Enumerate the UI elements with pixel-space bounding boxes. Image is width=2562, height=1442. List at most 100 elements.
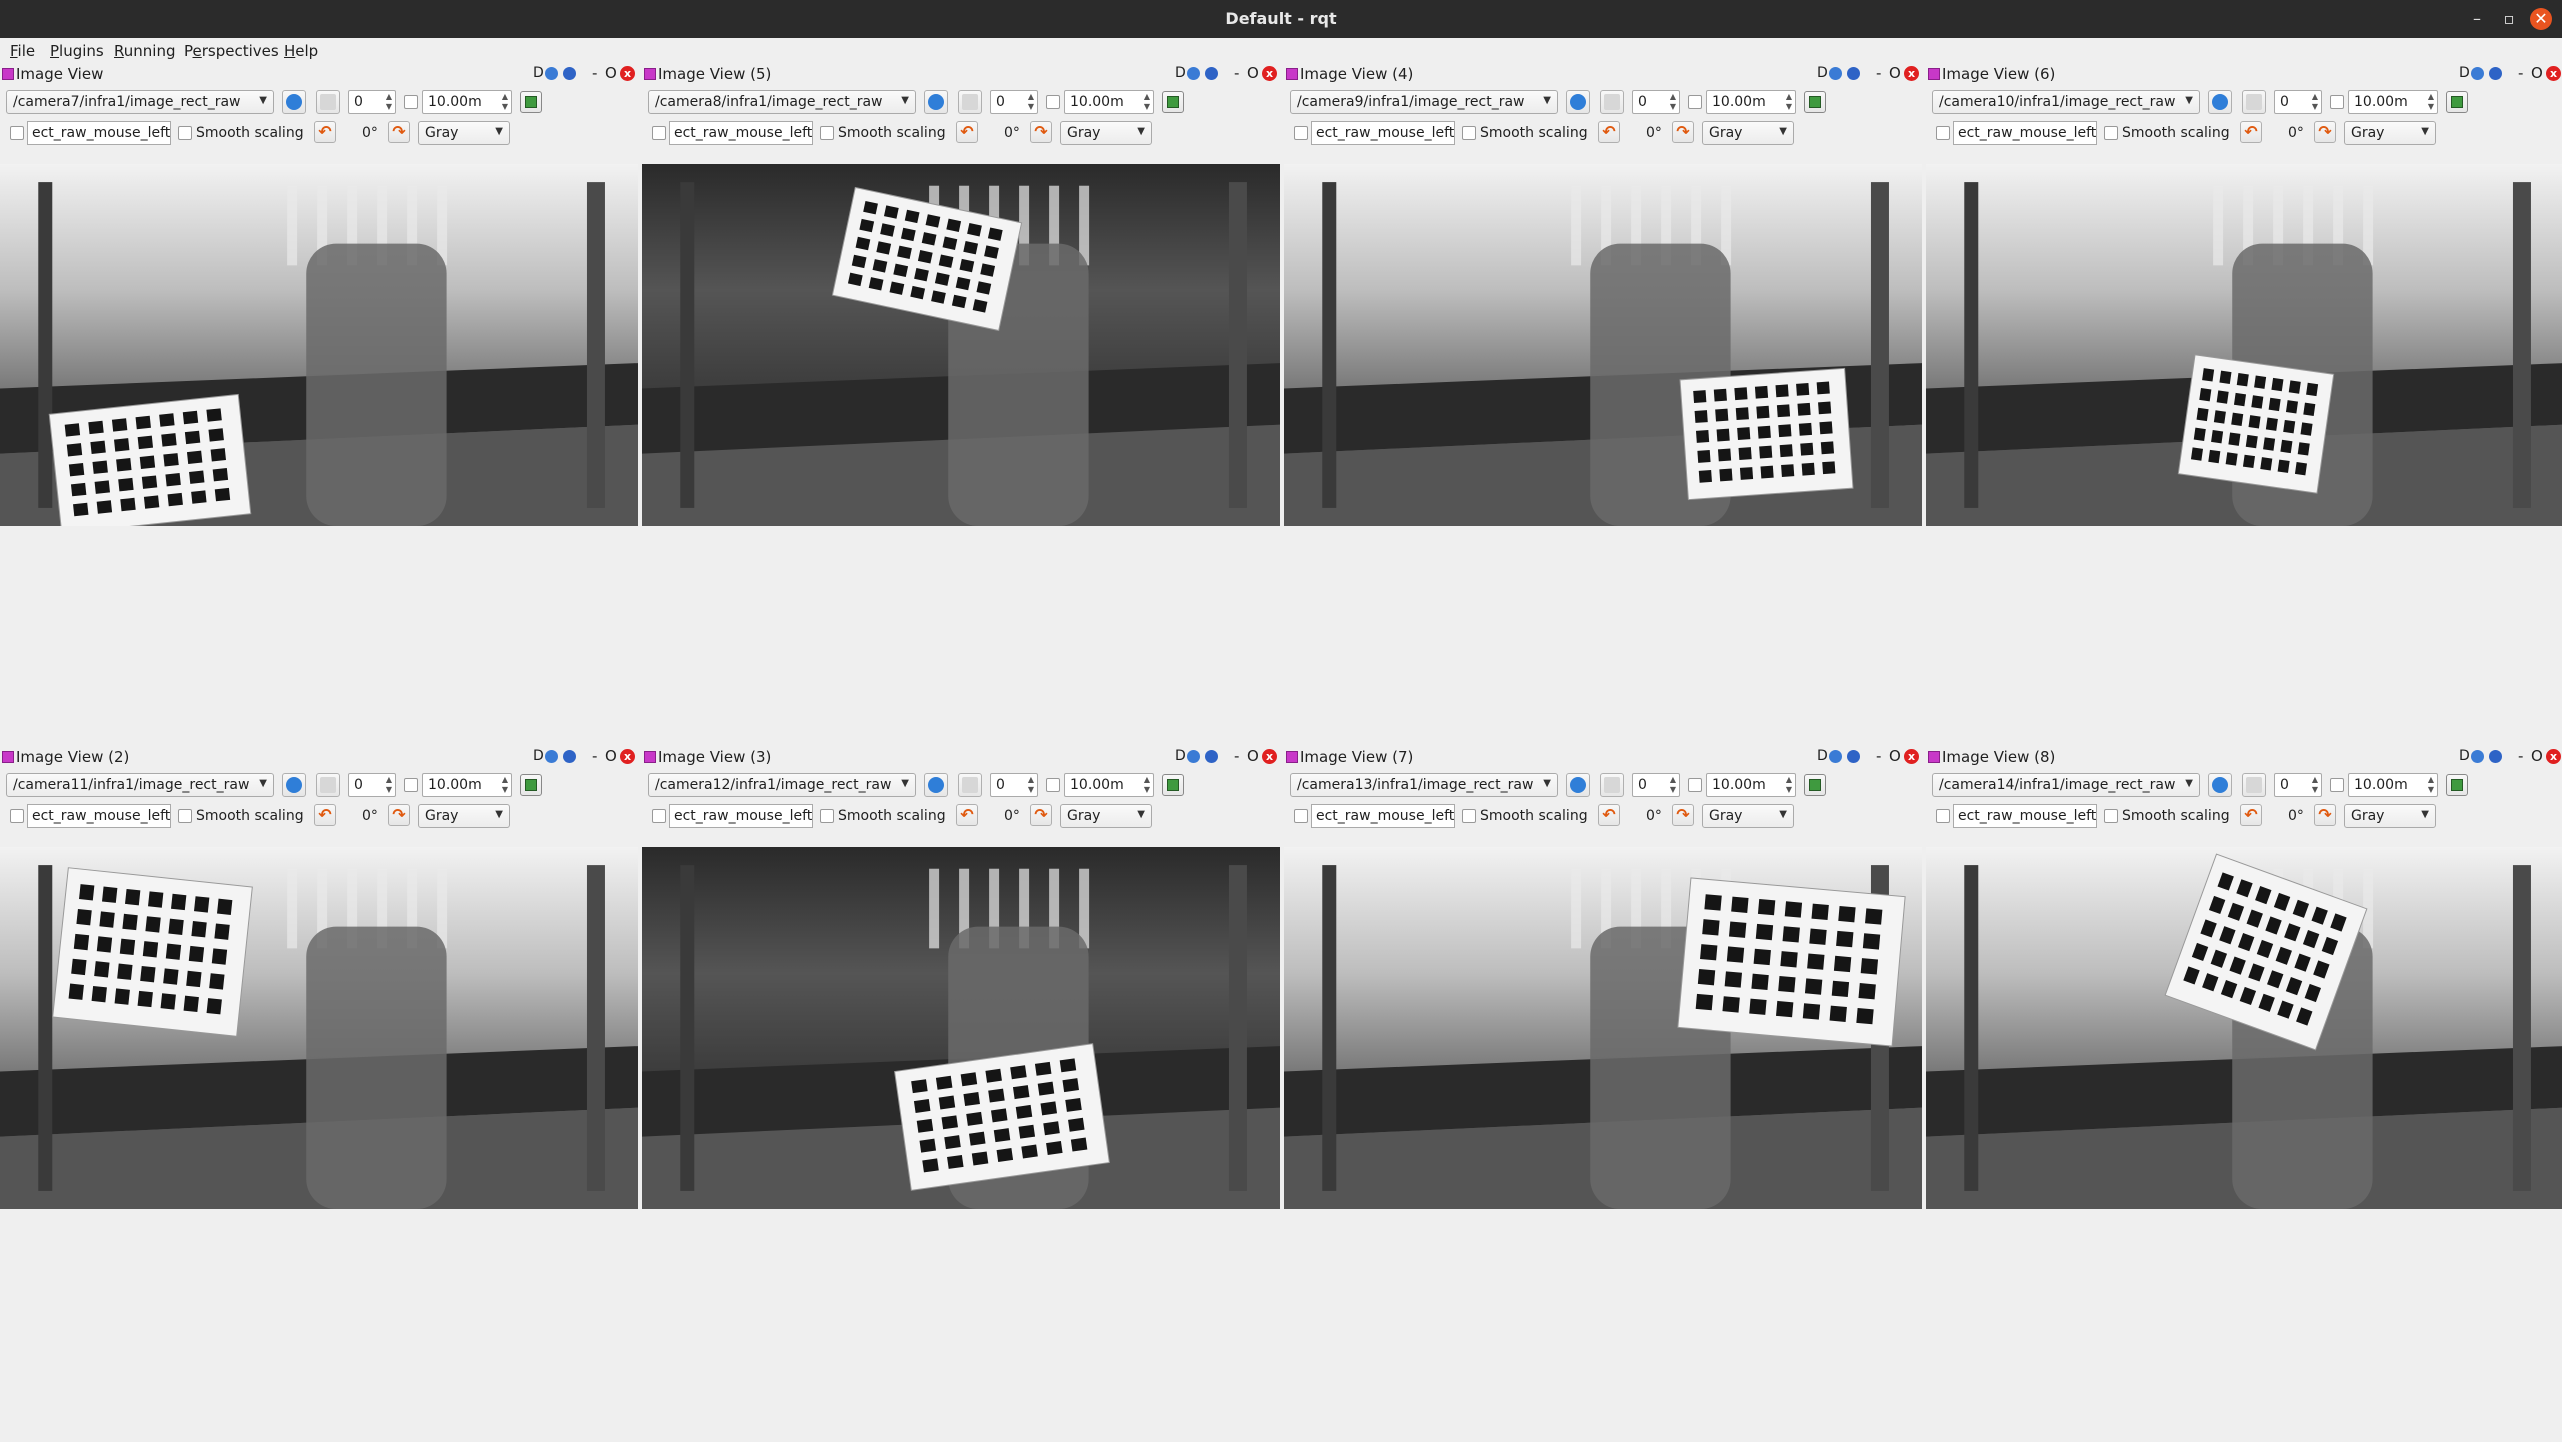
timeout-spinbox[interactable]: 10.00m ▲ ▼ [422,773,512,797]
topic-select[interactable]: /camera12/infra1/image_rect_raw ▼ [648,773,916,797]
rotate-left-button[interactable]: ↶ [1598,121,1620,143]
close-panel-icon[interactable]: x [1262,66,1277,81]
refresh-topics-button[interactable] [1566,773,1590,797]
zoom-button[interactable] [2242,90,2266,114]
reload-icon[interactable] [545,67,558,80]
minimize-panel-button[interactable]: - [2518,64,2523,82]
refresh-topics-button[interactable] [2208,773,2232,797]
undock-panel-button[interactable]: O [2531,64,2543,82]
close-panel-icon[interactable]: x [2546,66,2561,81]
help-d-button[interactable]: D [2459,748,2470,764]
rotate-left-button[interactable]: ↶ [314,121,336,143]
topic-select[interactable]: /camera9/infra1/image_rect_raw ▼ [1290,90,1558,114]
camera-image[interactable] [1926,164,2562,526]
smooth-scaling-checkbox[interactable] [1462,809,1476,823]
zoom-spinbox[interactable]: 0 ▲ ▼ [990,90,1038,114]
refresh-topics-button[interactable] [924,773,948,797]
menu-file[interactable]: File [10,42,35,60]
timeout-spinbox[interactable]: 10.00m ▲ ▼ [2348,90,2438,114]
zoom-spinbox[interactable]: 0 ▲ ▼ [2274,773,2322,797]
help-icon[interactable] [563,67,576,80]
dynamic-range-checkbox[interactable] [404,778,418,792]
dynamic-range-checkbox[interactable] [2330,778,2344,792]
mouse-topic-input[interactable]: ect_raw_mouse_left [669,121,813,145]
reload-icon[interactable] [1187,750,1200,763]
camera-image[interactable] [1284,164,1922,526]
timeout-spinbox[interactable]: 10.00m ▲ ▼ [1706,90,1796,114]
camera-image[interactable] [1284,847,1922,1209]
undock-panel-button[interactable]: O [1247,747,1259,765]
refresh-topics-button[interactable] [1566,90,1590,114]
topic-select[interactable]: /camera11/infra1/image_rect_raw ▼ [6,773,274,797]
reload-icon[interactable] [2471,67,2484,80]
reload-icon[interactable] [1829,750,1842,763]
colormap-select[interactable]: Gray ▼ [1060,121,1152,145]
publish-click-checkbox[interactable] [1294,126,1308,140]
smooth-scaling-checkbox[interactable] [2104,126,2118,140]
minimize-window-button[interactable]: – [2466,8,2488,30]
rotate-right-button[interactable]: ↷ [388,804,410,826]
close-panel-icon[interactable]: x [2546,749,2561,764]
dynamic-range-checkbox[interactable] [2330,95,2344,109]
save-image-button[interactable] [1804,774,1826,796]
colormap-select[interactable]: Gray ▼ [1702,804,1794,828]
timeout-spinbox[interactable]: 10.00m ▲ ▼ [1064,90,1154,114]
topic-select[interactable]: /camera13/infra1/image_rect_raw ▼ [1290,773,1558,797]
close-panel-icon[interactable]: x [1262,749,1277,764]
rotate-left-button[interactable]: ↶ [314,804,336,826]
help-d-button[interactable]: D [1175,65,1186,81]
close-panel-icon[interactable]: x [1904,749,1919,764]
refresh-topics-button[interactable] [924,90,948,114]
menu-running[interactable]: Running [114,42,175,60]
minimize-panel-button[interactable]: - [1234,747,1239,765]
save-image-button[interactable] [520,774,542,796]
publish-click-checkbox[interactable] [652,809,666,823]
refresh-topics-button[interactable] [282,90,306,114]
smooth-scaling-checkbox[interactable] [178,809,192,823]
publish-click-checkbox[interactable] [10,809,24,823]
reload-icon[interactable] [2471,750,2484,763]
zoom-spinbox[interactable]: 0 ▲ ▼ [2274,90,2322,114]
menu-plugins[interactable]: Plugins [50,42,104,60]
zoom-spinbox[interactable]: 0 ▲ ▼ [990,773,1038,797]
rotate-left-button[interactable]: ↶ [1598,804,1620,826]
menu-help[interactable]: Help [284,42,318,60]
colormap-select[interactable]: Gray ▼ [418,804,510,828]
zoom-button[interactable] [316,773,340,797]
camera-image[interactable] [0,164,638,526]
help-icon[interactable] [1847,67,1860,80]
save-image-button[interactable] [2446,91,2468,113]
timeout-spinbox[interactable]: 10.00m ▲ ▼ [2348,773,2438,797]
timeout-spinbox[interactable]: 10.00m ▲ ▼ [1064,773,1154,797]
reload-icon[interactable] [1829,67,1842,80]
smooth-scaling-checkbox[interactable] [2104,809,2118,823]
zoom-button[interactable] [958,773,982,797]
rotate-left-button[interactable]: ↶ [2240,121,2262,143]
colormap-select[interactable]: Gray ▼ [2344,804,2436,828]
topic-select[interactable]: /camera8/infra1/image_rect_raw ▼ [648,90,916,114]
rotate-left-button[interactable]: ↶ [956,121,978,143]
refresh-topics-button[interactable] [2208,90,2232,114]
rotate-left-button[interactable]: ↶ [956,804,978,826]
publish-click-checkbox[interactable] [10,126,24,140]
rotate-right-button[interactable]: ↷ [1030,804,1052,826]
help-d-button[interactable]: D [1817,65,1828,81]
colormap-select[interactable]: Gray ▼ [1060,804,1152,828]
save-image-button[interactable] [1804,91,1826,113]
close-panel-icon[interactable]: x [620,66,635,81]
close-window-button[interactable]: ✕ [2530,8,2552,30]
colormap-select[interactable]: Gray ▼ [1702,121,1794,145]
smooth-scaling-checkbox[interactable] [820,126,834,140]
help-d-button[interactable]: D [2459,65,2470,81]
mouse-topic-input[interactable]: ect_raw_mouse_left [1311,804,1455,828]
close-panel-icon[interactable]: x [1904,66,1919,81]
zoom-spinbox[interactable]: 0 ▲ ▼ [348,90,396,114]
mouse-topic-input[interactable]: ect_raw_mouse_left [27,121,171,145]
minimize-panel-button[interactable]: - [2518,747,2523,765]
save-image-button[interactable] [2446,774,2468,796]
reload-icon[interactable] [545,750,558,763]
rotate-right-button[interactable]: ↷ [1030,121,1052,143]
help-icon[interactable] [1205,750,1218,763]
dynamic-range-checkbox[interactable] [404,95,418,109]
menu-perspectives[interactable]: Perspectives [184,42,279,60]
